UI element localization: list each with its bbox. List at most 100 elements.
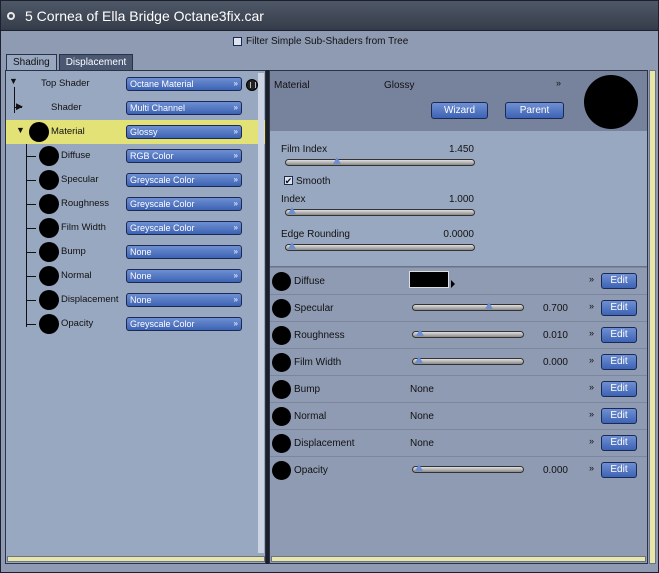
smooth-label: Smooth: [296, 176, 331, 187]
edit-button[interactable]: Edit: [601, 354, 637, 370]
opacity-select[interactable]: Greyscale Color »: [126, 317, 242, 331]
specular-select[interactable]: Greyscale Color »: [126, 173, 242, 187]
channel-node-icon[interactable]: [272, 434, 291, 453]
bump-select[interactable]: None »: [126, 245, 242, 259]
edit-button[interactable]: Edit: [601, 408, 637, 424]
tab-shading[interactable]: Shading: [6, 54, 57, 70]
material-select[interactable]: Glossy »: [126, 125, 242, 139]
channel-value[interactable]: 0.700: [528, 303, 568, 314]
smooth-checkbox[interactable]: ✔: [284, 176, 293, 185]
normal-select[interactable]: None »: [126, 269, 242, 283]
tree-row-bump[interactable]: Bump None »: [6, 240, 265, 264]
tree-row-roughness[interactable]: Roughness Greyscale Color »: [6, 192, 265, 216]
channel-row-normal: Normal None » Edit: [270, 402, 647, 429]
color-swatch[interactable]: [409, 271, 449, 288]
tree-label: Film Width: [61, 222, 106, 233]
chevron-down-icon[interactable]: »: [589, 409, 594, 419]
displacement-select[interactable]: None »: [126, 293, 242, 307]
tree-row-diffuse[interactable]: Diffuse RGB Color »: [6, 144, 265, 168]
channel-node-icon[interactable]: [272, 380, 291, 399]
diffuse-select[interactable]: RGB Color »: [126, 149, 242, 163]
top-shader-select[interactable]: Octane Material »: [126, 77, 242, 91]
index-value[interactable]: 1.000: [414, 194, 474, 205]
roughness-slider[interactable]: [412, 329, 524, 338]
chevron-down-icon[interactable]: »: [589, 355, 594, 365]
slider-thumb[interactable]: [485, 302, 493, 309]
trash-icon[interactable]: [246, 79, 258, 91]
swatch-arrow-icon[interactable]: [451, 280, 455, 288]
edit-button[interactable]: Edit: [601, 381, 637, 397]
edit-button[interactable]: Edit: [601, 273, 637, 289]
shader-select[interactable]: Multi Channel »: [126, 101, 242, 115]
specular-slider[interactable]: [412, 302, 524, 311]
channel-node-icon[interactable]: [272, 272, 291, 291]
chevron-down-icon[interactable]: »: [556, 78, 561, 88]
window-menu-icon[interactable]: [7, 12, 15, 20]
channel-value[interactable]: 0.010: [528, 330, 568, 341]
header-label: Material: [274, 80, 310, 91]
collapse-arrow-icon[interactable]: ▼: [9, 76, 18, 86]
roughness-select[interactable]: Greyscale Color »: [126, 197, 242, 211]
chevron-down-icon: »: [233, 103, 238, 112]
tree-label: Displacement: [61, 294, 119, 305]
right-vertical-scrollbar[interactable]: [649, 70, 656, 564]
channel-node-icon[interactable]: [272, 299, 291, 318]
channel-node-icon[interactable]: [272, 407, 291, 426]
tree-row-shader[interactable]: ▶ Shader Multi Channel »: [6, 96, 265, 120]
channel-value: None: [410, 438, 434, 449]
tab-displacement[interactable]: Displacement: [58, 54, 134, 70]
wizard-button[interactable]: Wizard: [431, 102, 488, 119]
slider-thumb[interactable]: [415, 464, 423, 471]
tree-label: Diffuse: [61, 150, 91, 161]
tree-row-normal[interactable]: Normal None »: [6, 264, 265, 288]
left-vertical-scrollbar[interactable]: [258, 73, 264, 553]
edit-button[interactable]: Edit: [601, 435, 637, 451]
slider-thumb[interactable]: [415, 356, 423, 363]
channel-label: Normal: [294, 411, 327, 422]
slider-thumb[interactable]: [332, 157, 341, 164]
tree-row-specular[interactable]: Specular Greyscale Color »: [6, 168, 265, 192]
tree-row-material[interactable]: ▼ Material Glossy »: [6, 120, 265, 144]
tree-row-opacity[interactable]: Opacity Greyscale Color »: [6, 312, 265, 336]
chevron-down-icon[interactable]: »: [589, 463, 594, 473]
film-width-select[interactable]: Greyscale Color »: [126, 221, 242, 235]
filter-checkbox[interactable]: [233, 37, 242, 46]
index-slider[interactable]: [285, 207, 475, 216]
slider-thumb[interactable]: [416, 329, 424, 336]
tree-row-top-shader[interactable]: ▼ Top Shader Octane Material »: [6, 72, 265, 96]
select-value: Greyscale Color: [130, 223, 195, 233]
expand-arrow-icon[interactable]: ▶: [16, 101, 23, 112]
chevron-down-icon[interactable]: »: [589, 274, 594, 284]
tree-row-film-width[interactable]: Film Width Greyscale Color »: [6, 216, 265, 240]
edge-rounding-value[interactable]: 0.0000: [414, 229, 474, 240]
slider-thumb[interactable]: [288, 207, 296, 214]
chevron-down-icon[interactable]: »: [589, 328, 594, 338]
film-index-value[interactable]: 1.450: [414, 144, 474, 155]
channel-node-icon[interactable]: [272, 326, 291, 345]
tree-label: Opacity: [61, 318, 94, 329]
chevron-down-icon[interactable]: »: [589, 436, 594, 446]
edit-button[interactable]: Edit: [601, 300, 637, 316]
film-index-slider[interactable]: [285, 157, 475, 166]
parent-button[interactable]: Parent: [505, 102, 564, 119]
right-horizontal-scrollbar[interactable]: [271, 556, 646, 562]
opacity-slider[interactable]: [412, 464, 524, 473]
edit-button[interactable]: Edit: [601, 462, 637, 478]
edit-button[interactable]: Edit: [601, 327, 637, 343]
chevron-down-icon[interactable]: »: [589, 301, 594, 311]
tree-row-displacement[interactable]: Displacement None »: [6, 288, 265, 312]
channel-node-icon[interactable]: [272, 353, 291, 372]
select-value: None: [130, 295, 152, 305]
tree-label: Normal: [61, 270, 92, 281]
channel-value[interactable]: 0.000: [528, 357, 568, 368]
collapse-arrow-icon[interactable]: ▼: [16, 125, 25, 135]
chevron-down-icon[interactable]: »: [589, 382, 594, 392]
header-type[interactable]: Glossy: [384, 80, 415, 91]
channel-node-icon[interactable]: [272, 461, 291, 480]
channel-value[interactable]: 0.000: [528, 465, 568, 476]
title-bar[interactable]: 5 Cornea of Ella Bridge Octane3fix.car: [1, 1, 658, 31]
left-horizontal-scrollbar[interactable]: [7, 556, 265, 562]
slider-thumb[interactable]: [288, 242, 296, 249]
film-width-slider[interactable]: [412, 356, 524, 365]
edge-rounding-slider[interactable]: [285, 242, 475, 251]
